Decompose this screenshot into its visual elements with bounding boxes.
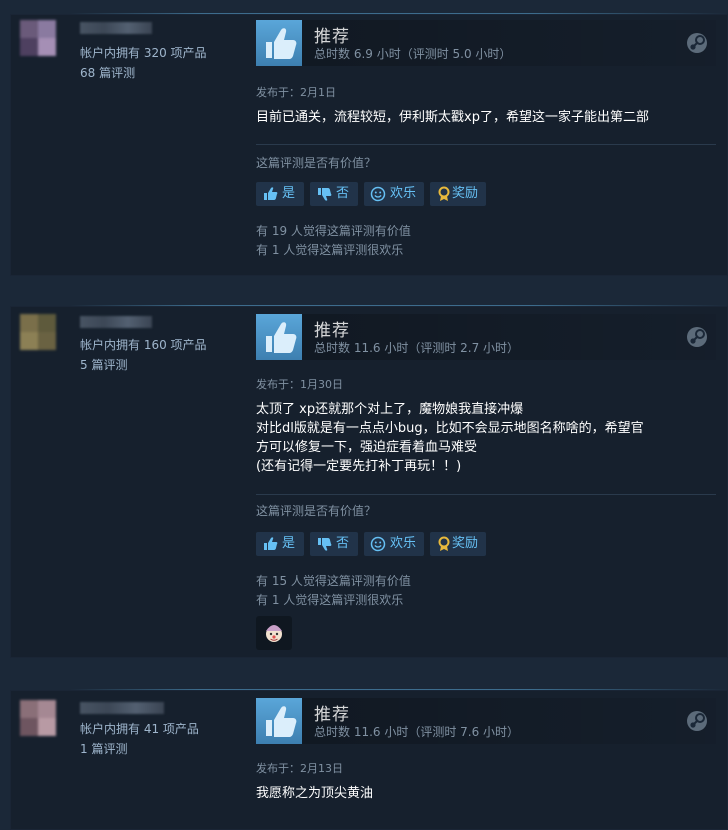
- playtime-hours: 总时数 11.6 小时（评测时 2.7 小时）: [314, 341, 520, 355]
- funny-count: 有 1 人觉得这篇评测很欢乐: [256, 593, 404, 607]
- review-card: 帐户内拥有 320 项产品 68 篇评测 推荐 总时数 6.9 小时（评测时 5…: [10, 13, 728, 276]
- review-text: 目前已通关，流程较短，伊利斯太戳xp了，希望这一家子能出第二部: [256, 108, 716, 127]
- author-reviews-count[interactable]: 68 篇评测: [80, 64, 135, 81]
- vote-no-button[interactable]: 否: [310, 182, 358, 206]
- review-text-line: 太顶了 xp还就那个对上了，魔物娘我直接冲爆: [256, 402, 524, 417]
- vote-no-label: 否: [336, 186, 350, 201]
- vote-funny-label: 欢乐: [390, 186, 417, 201]
- award-medal-icon: [438, 186, 450, 201]
- user-avatar[interactable]: [20, 314, 56, 350]
- funny-count: 有 1 人觉得这篇评测很欢乐: [256, 243, 404, 257]
- recommendation-header[interactable]: 推荐 总时数 6.9 小时（评测时 5.0 小时）: [256, 20, 716, 66]
- review-text-line: 方可以修复一下，强迫症看着血马难受: [256, 440, 478, 455]
- card-top-highlight: [70, 689, 728, 690]
- review-text-line: 目前已通关，流程较短，伊利斯太戳xp了，希望这一家子能出第二部: [256, 110, 649, 125]
- recommendation-label: 推荐: [314, 321, 350, 341]
- recommendation-header[interactable]: 推荐 总时数 11.6 小时（评测时 2.7 小时）: [256, 314, 716, 360]
- divider: [256, 144, 716, 145]
- clown-face-award-icon: [266, 625, 282, 642]
- posted-date: 发布于：2月13日: [256, 762, 343, 775]
- helpful-question: 这篇评测是否有价值？: [256, 156, 377, 170]
- vote-yes-label: 是: [282, 186, 296, 201]
- divider: [256, 494, 716, 495]
- author-name-redacted[interactable]: [80, 316, 152, 328]
- vote-no-button[interactable]: 否: [310, 532, 358, 556]
- review-text-line: (还有记得一定要先打补丁再玩！！): [256, 459, 462, 474]
- card-top-highlight: [70, 13, 728, 14]
- vote-no-label: 否: [336, 536, 350, 551]
- recommendation-header[interactable]: 推荐 总时数 11.6 小时（评测时 7.6 小时）: [256, 698, 716, 744]
- helpful-count: 有 19 人觉得这篇评测有价值: [256, 224, 411, 238]
- review-text: 太顶了 xp还就那个对上了，魔物娘我直接冲爆 对比dl版就是有一点点小bug，比…: [256, 400, 716, 476]
- playtime-hours: 总时数 11.6 小时（评测时 7.6 小时）: [314, 725, 520, 739]
- smiley-icon: [370, 186, 386, 202]
- review-card: 帐户内拥有 160 项产品 5 篇评测 推荐 总时数 11.6 小时（评测时 2…: [10, 305, 728, 658]
- thumbs-up-icon: [256, 314, 302, 360]
- helpful-count: 有 15 人觉得这篇评测有价值: [256, 574, 411, 588]
- award-label: 奖励: [452, 536, 479, 551]
- vote-funny-button[interactable]: 欢乐: [364, 182, 424, 206]
- thumbs-up-icon: [256, 698, 302, 744]
- card-top-highlight: [70, 305, 728, 306]
- author-products-count: 帐户内拥有 320 项产品: [80, 46, 207, 60]
- review-text: 我愿称之为顶尖黄油: [256, 784, 716, 803]
- thumbs-up-icon: [264, 537, 278, 550]
- review-text-line: 我愿称之为顶尖黄油: [256, 786, 374, 801]
- user-avatar[interactable]: [20, 20, 56, 56]
- award-button[interactable]: 奖励: [430, 532, 486, 556]
- author-products-count: 帐户内拥有 160 项产品: [80, 338, 207, 352]
- award-medal-icon: [438, 536, 450, 551]
- recommendation-label: 推荐: [314, 27, 350, 47]
- review-text-line: 对比dl版就是有一点点小bug，比如不会显示地图名称啥的，希望官: [256, 421, 644, 436]
- award-label: 奖励: [452, 186, 479, 201]
- reaction-award[interactable]: [256, 616, 292, 650]
- review-stats: 有 19 人觉得这篇评测有价值 有 1 人觉得这篇评测很欢乐: [256, 222, 411, 260]
- steam-logo-icon: [687, 327, 707, 347]
- steam-logo-icon: [687, 33, 707, 53]
- thumbs-down-icon: [318, 538, 332, 551]
- vote-yes-label: 是: [282, 536, 296, 551]
- review-card: 帐户内拥有 41 项产品 1 篇评测 推荐 总时数 11.6 小时（评测时 7.…: [10, 689, 728, 830]
- vote-yes-button[interactable]: 是: [256, 532, 304, 556]
- posted-date: 发布于：2月1日: [256, 86, 336, 99]
- thumbs-up-icon: [256, 20, 302, 66]
- smiley-icon: [370, 536, 386, 552]
- recommendation-label: 推荐: [314, 705, 350, 725]
- thumbs-up-icon: [264, 187, 278, 200]
- author-reviews-count[interactable]: 1 篇评测: [80, 740, 127, 757]
- author-name-redacted[interactable]: [80, 22, 152, 34]
- steam-logo-icon: [687, 711, 707, 731]
- vote-funny-button[interactable]: 欢乐: [364, 532, 424, 556]
- review-stats: 有 15 人觉得这篇评测有价值 有 1 人觉得这篇评测很欢乐: [256, 572, 411, 610]
- author-reviews-count[interactable]: 5 篇评测: [80, 356, 127, 373]
- author-products-count: 帐户内拥有 41 项产品: [80, 722, 199, 736]
- vote-yes-button[interactable]: 是: [256, 182, 304, 206]
- playtime-hours: 总时数 6.9 小时（评测时 5.0 小时）: [314, 47, 512, 61]
- author-name-redacted[interactable]: [80, 702, 164, 714]
- award-button[interactable]: 奖励: [430, 182, 486, 206]
- vote-funny-label: 欢乐: [390, 536, 417, 551]
- posted-date: 发布于：1月30日: [256, 378, 343, 391]
- thumbs-down-icon: [318, 188, 332, 201]
- helpful-question: 这篇评测是否有价值？: [256, 504, 377, 518]
- user-avatar[interactable]: [20, 700, 56, 736]
